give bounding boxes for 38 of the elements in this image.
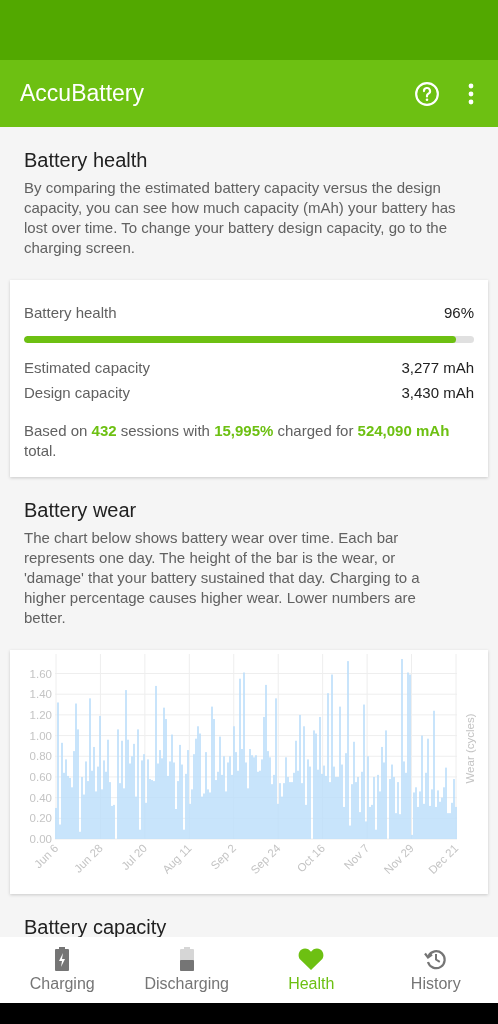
battery-charging-icon xyxy=(55,947,70,971)
y-tick-label: 0.80 xyxy=(29,750,52,763)
y-axis-title: Wear (cycles) xyxy=(464,713,476,784)
health-reading: 96% xyxy=(443,303,474,323)
health-label: Battery health xyxy=(24,303,117,323)
heart-icon xyxy=(298,947,325,971)
x-tick-label: Jun 28 xyxy=(71,841,105,875)
capacity-label: Estimated capacity xyxy=(24,358,150,378)
section-heading: Battery health xyxy=(24,149,148,172)
y-tick-label: 1.00 xyxy=(29,729,52,742)
more-options-icon[interactable] xyxy=(468,82,474,105)
nav-tab[interactable]: History xyxy=(373,937,498,1003)
x-tick-label: Sep 2 xyxy=(208,841,239,872)
description-text: By comparing the estimated battery capacity versus the design capacity, you can see how much capacity (mAh) your battery has lost over time. To change your battery design capacity, go to the charging screen. xyxy=(24,178,457,258)
x-tick-label: Dec 21 xyxy=(426,841,461,877)
nav-tab[interactable]: Charging xyxy=(0,937,125,1003)
y-tick-label: 1.20 xyxy=(29,708,52,721)
y-tick-label: 0.60 xyxy=(29,770,52,783)
battery-icon xyxy=(179,947,194,971)
capacity-value: 3,277 mAh xyxy=(401,358,474,378)
capacity-value: 3,430 mAh xyxy=(401,383,474,403)
y-tick-label: 0.40 xyxy=(29,791,52,804)
section-heading: Battery wear xyxy=(24,499,137,522)
history-icon xyxy=(423,947,448,971)
description-text: The chart below shows battery wear over time. Each bar represents one day. The height of the bar is the wear, or 'damage' that your battery sustained that day. Charging to a higher percentage causes higher wear. Lower numbers are better. xyxy=(24,528,421,628)
x-tick-label: Sep 24 xyxy=(248,841,283,877)
help-icon[interactable] xyxy=(414,80,440,107)
nav-tab[interactable]: Discharging xyxy=(124,937,249,1003)
x-tick-label: Oct 16 xyxy=(294,841,328,875)
y-tick-label: 1.40 xyxy=(29,688,52,701)
y-tick-label: 1.60 xyxy=(29,667,52,680)
capacity-label: Design capacity xyxy=(24,383,130,403)
app-title: AccuBattery xyxy=(20,80,145,107)
y-tick-label: 0.20 xyxy=(29,812,52,825)
y-tick-label: 0.00 xyxy=(29,833,52,845)
x-tick-label: Aug 11 xyxy=(160,841,194,876)
summary-text: Based on 432 sessions with 15,995% charged for 524,090 mAh total. xyxy=(24,421,451,461)
x-tick-label: Nov 29 xyxy=(381,841,416,877)
